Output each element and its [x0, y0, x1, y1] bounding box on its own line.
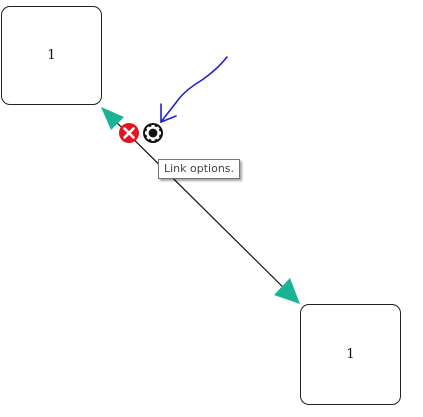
remove-link-icon[interactable]	[119, 123, 139, 143]
gear-icon[interactable]	[143, 123, 163, 143]
hand-drawn-arrow-icon	[160, 56, 228, 123]
diagram-node-target[interactable]: 1	[300, 304, 401, 405]
diagram-node-source[interactable]: 1	[1, 6, 102, 105]
node-label: 1	[346, 347, 355, 362]
link-options-tooltip: Link options.	[158, 159, 241, 179]
node-label: 1	[47, 48, 56, 63]
